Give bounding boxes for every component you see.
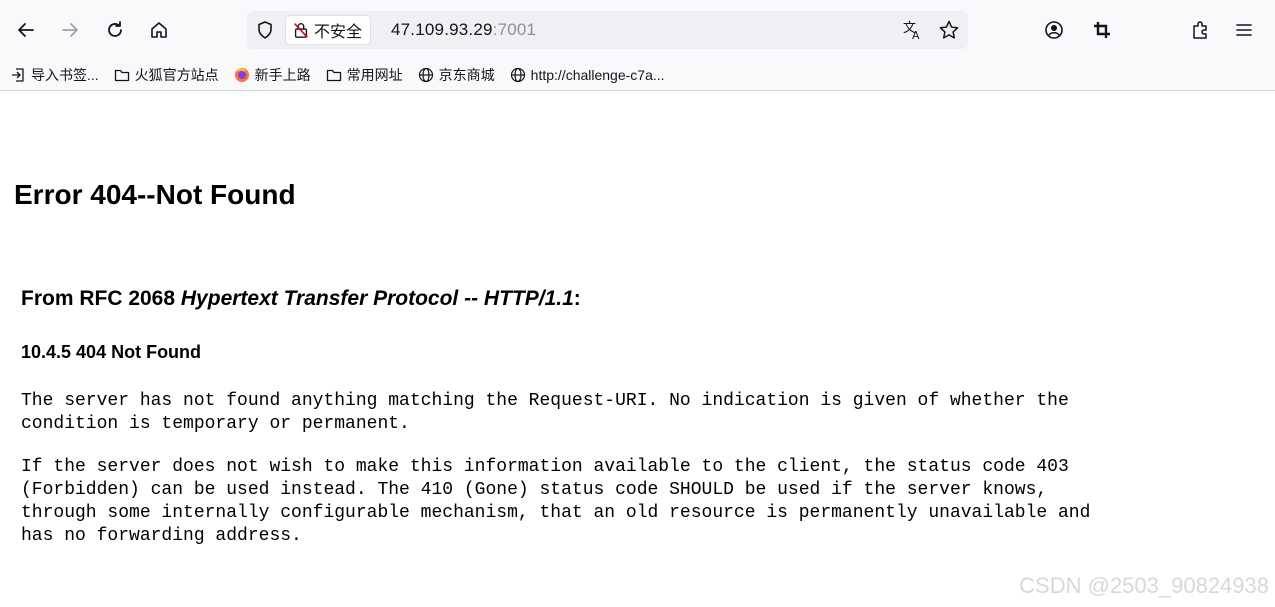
rfc-protocol-title: Hypertext Transfer Protocol -- HTTP/1.1 (180, 287, 574, 310)
bookmark-import[interactable]: 导入书签... (10, 62, 99, 88)
import-icon (12, 68, 24, 82)
bookmark-label: 导入书签... (31, 67, 99, 83)
page-content: Error 404--Not Found From RFC 2068 Hyper… (0, 91, 1275, 607)
forward-button[interactable] (54, 14, 86, 46)
crop-button[interactable] (1086, 14, 1118, 46)
svg-text:A: A (912, 29, 920, 41)
account-icon (1045, 21, 1063, 39)
paragraph-not-found: The server has not found anything matchi… (21, 391, 1069, 434)
extensions-icon (1193, 21, 1207, 39)
bookmark-jd[interactable]: 京东商城 (418, 62, 495, 88)
bookmark-star-icon[interactable] (938, 19, 960, 41)
crop-icon (1094, 22, 1110, 38)
security-label: 不安全 (314, 24, 363, 41)
folder-icon (114, 69, 129, 82)
globe-icon (418, 67, 433, 83)
home-icon (151, 22, 167, 38)
section-title: 10.4.5 404 Not Found (21, 342, 202, 362)
url-port: :7001 (492, 20, 537, 39)
bookmark-label: 新手上路 (254, 67, 311, 83)
reload-icon (108, 21, 122, 37)
address-bar[interactable]: 不安全 47.109.93.29:7001 文A (247, 11, 968, 49)
bookmark-folder-common[interactable]: 常用网址 (326, 62, 403, 88)
bookmark-getting-started[interactable]: 新手上路 (234, 62, 311, 88)
rfc-heading: From RFC 2068 Hypertext Transfer Protoco… (21, 287, 581, 311)
bookmark-label: 常用网址 (346, 67, 403, 83)
bookmark-label: 火狐官方站点 (134, 67, 219, 83)
back-button[interactable] (10, 14, 42, 46)
forward-icon (62, 23, 78, 37)
extensions-button[interactable] (1184, 14, 1216, 46)
account-button[interactable] (1038, 14, 1070, 46)
paragraph-forbidden: If the server does not wish to make this… (21, 457, 1091, 546)
bookmark-label: 京东商城 (438, 67, 495, 83)
firefox-icon (234, 68, 249, 82)
url-text[interactable]: 47.109.93.29:7001 (391, 20, 536, 40)
translate-icon[interactable]: 文A (902, 19, 924, 41)
globe-icon (510, 67, 525, 83)
bookmarks-toolbar: 导入书签... 火狐官方站点 新手上路 常用网址 京东商城 http://cha… (0, 60, 1275, 91)
home-button[interactable] (143, 14, 175, 46)
url-host: 47.109.93.29 (391, 20, 493, 39)
menu-icon (1236, 24, 1252, 36)
rfc-suffix: : (573, 287, 581, 310)
bookmark-label: http://challenge-c7a... (530, 67, 665, 83)
browser-toolbar: 不安全 47.109.93.29:7001 文A (0, 0, 1275, 60)
shield-icon[interactable] (255, 20, 275, 40)
insecure-lock-icon (294, 23, 308, 38)
bookmark-folder-firefox[interactable]: 火狐官方站点 (114, 62, 219, 88)
bookmark-challenge[interactable]: http://challenge-c7a... (510, 62, 665, 88)
watermark: CSDN @2503_90824938 (1019, 573, 1269, 598)
rfc-prefix: From RFC 2068 (21, 287, 181, 310)
security-indicator[interactable]: 不安全 (285, 15, 372, 45)
back-icon (18, 23, 34, 37)
reload-button[interactable] (99, 14, 131, 46)
error-title: Error 404--Not Found (14, 179, 296, 210)
menu-button[interactable] (1228, 14, 1260, 46)
folder-icon (326, 69, 341, 82)
